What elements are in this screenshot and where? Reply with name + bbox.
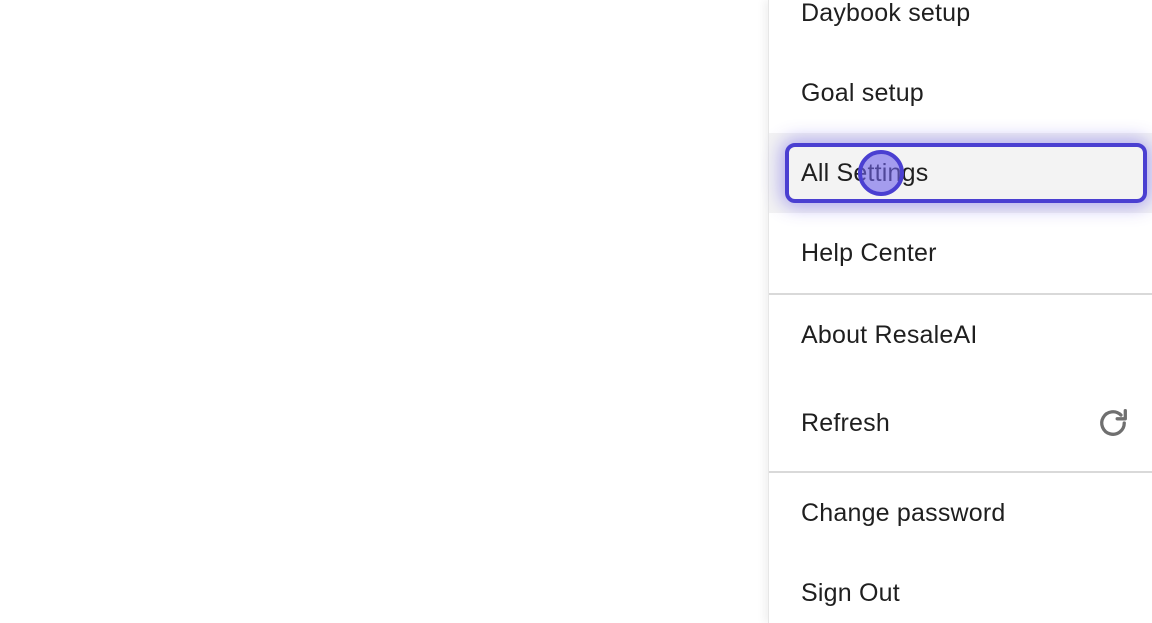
menu-item-label: Refresh: [801, 408, 890, 437]
menu-item-label: Goal setup: [801, 78, 924, 107]
menu-item-help-center[interactable]: Help Center: [769, 213, 1152, 293]
menu-item-goal-setup[interactable]: Goal setup: [769, 53, 1152, 133]
refresh-icon: [1100, 409, 1127, 436]
menu-item-label: Help Center: [801, 238, 937, 267]
menu-item-label: All Settings: [801, 158, 929, 187]
menu-item-label: Change password: [801, 498, 1006, 527]
page: Daybook setup Goal setup All Settings He…: [0, 0, 1152, 623]
menu-item-about[interactable]: About ResaleAI: [769, 295, 1152, 375]
menu-item-all-settings[interactable]: All Settings: [769, 133, 1152, 213]
menu-item-label: Daybook setup: [801, 0, 971, 27]
menu-item-sign-out[interactable]: Sign Out: [769, 553, 1152, 623]
menu-item-label: Sign Out: [801, 578, 900, 607]
menu-item-change-password[interactable]: Change password: [769, 473, 1152, 553]
account-menu-panel: Daybook setup Goal setup All Settings He…: [768, 0, 1152, 623]
menu-item-refresh[interactable]: Refresh: [769, 383, 1152, 463]
menu-item-daybook-setup[interactable]: Daybook setup: [769, 0, 1152, 53]
menu-item-label: About ResaleAI: [801, 320, 978, 349]
